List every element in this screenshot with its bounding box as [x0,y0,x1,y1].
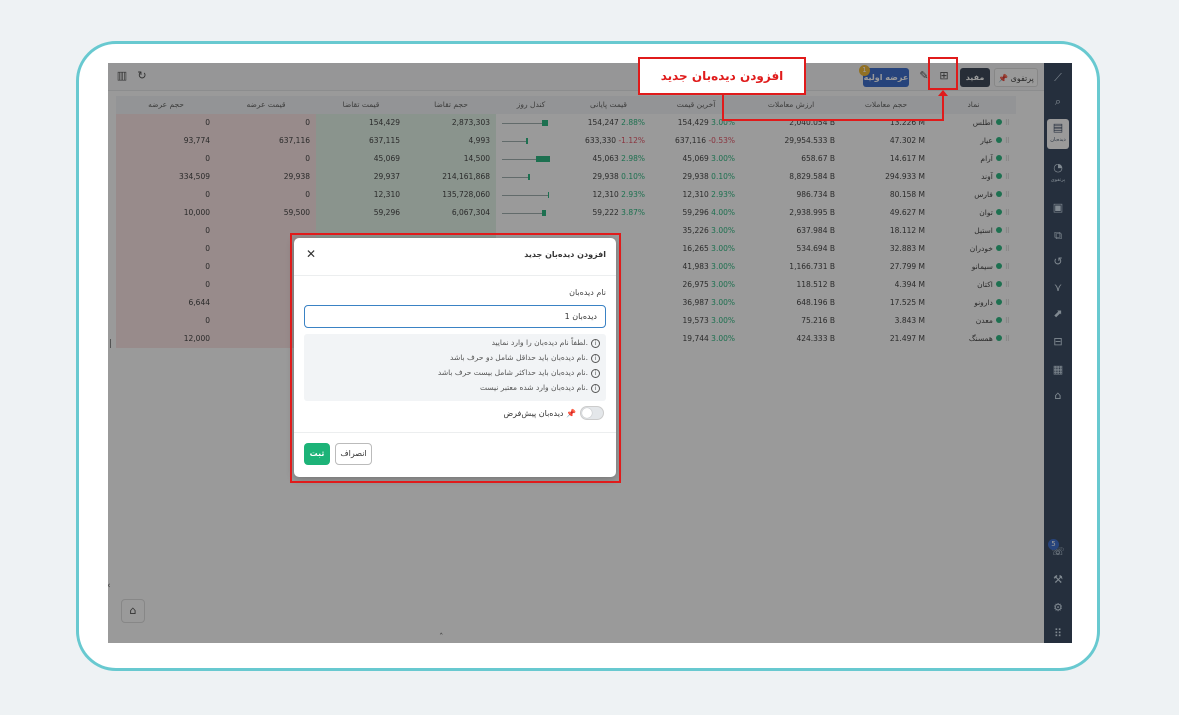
add-button-highlight-box [928,57,958,90]
annotation-callout: افزودن دیده‌بان جدید [638,57,806,95]
overlay-layer: افزودن دیده‌بان جدید ✕ نام دیده‌بان لطفا… [0,0,1179,715]
callout-connector [942,96,944,121]
callout-connector [722,94,724,121]
callout-arrow [938,90,948,96]
callout-connector [722,119,944,121]
dialog-highlight-box [290,233,621,483]
